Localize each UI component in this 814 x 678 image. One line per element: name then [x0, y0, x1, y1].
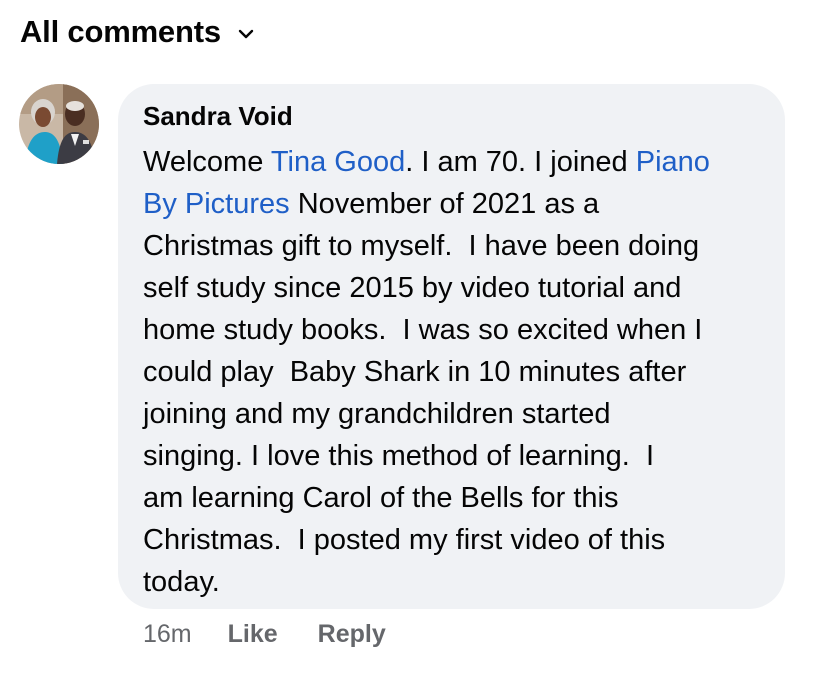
comments-heading: All comments	[20, 14, 221, 49]
comment-line-2: By Pictures November of 2021 as a	[143, 183, 763, 225]
comment-line-9: am learning Carol of the Bells for this	[143, 482, 619, 514]
comment-body: Welcome Tina Good. I am 70. I joined Pia…	[143, 141, 763, 603]
comment-text: Welcome	[143, 146, 271, 178]
comment-actions: 16m Like Reply	[143, 620, 426, 649]
comment-line-8: singing. I love this method of learning.…	[143, 440, 655, 472]
avatar[interactable]	[19, 84, 99, 164]
comment-author[interactable]: Sandra Void	[143, 100, 293, 132]
comment-line-1: Welcome Tina Good. I am 70. I joined Pia…	[143, 141, 763, 183]
comment-bubble: Sandra Void Welcome Tina Good. I am 70. …	[118, 84, 785, 609]
comment-line-6: could play Baby Shark in 10 minutes afte…	[143, 356, 687, 388]
comment-line-11: today.	[143, 566, 220, 598]
like-button[interactable]: Like	[228, 620, 278, 649]
comment-line-5: home study books. I was so excited when …	[143, 314, 703, 346]
comment-line-4: self study since 2015 by video tutorial …	[143, 272, 682, 304]
comment-text: . I am 70. I joined	[405, 146, 636, 178]
comment-text: November of 2021 as a	[289, 188, 600, 220]
reply-button[interactable]: Reply	[318, 620, 386, 649]
comment-sort-dropdown[interactable]: All comments	[20, 14, 257, 50]
comment-line-7: joining and my grandchildren started	[143, 398, 611, 430]
mention-link-piano-by-pictures[interactable]: Piano	[636, 146, 710, 178]
comment-timestamp[interactable]: 16m	[143, 620, 192, 649]
chevron-down-icon[interactable]	[235, 23, 257, 45]
mention-link-piano-by-pictures-cont[interactable]: By Pictures	[143, 188, 290, 220]
comment-line-10: Christmas. I posted my first video of th…	[143, 524, 666, 556]
mention-link-tina-good[interactable]: Tina Good	[271, 146, 405, 178]
comment-line-3: Christmas gift to myself. I have been do…	[143, 230, 700, 262]
